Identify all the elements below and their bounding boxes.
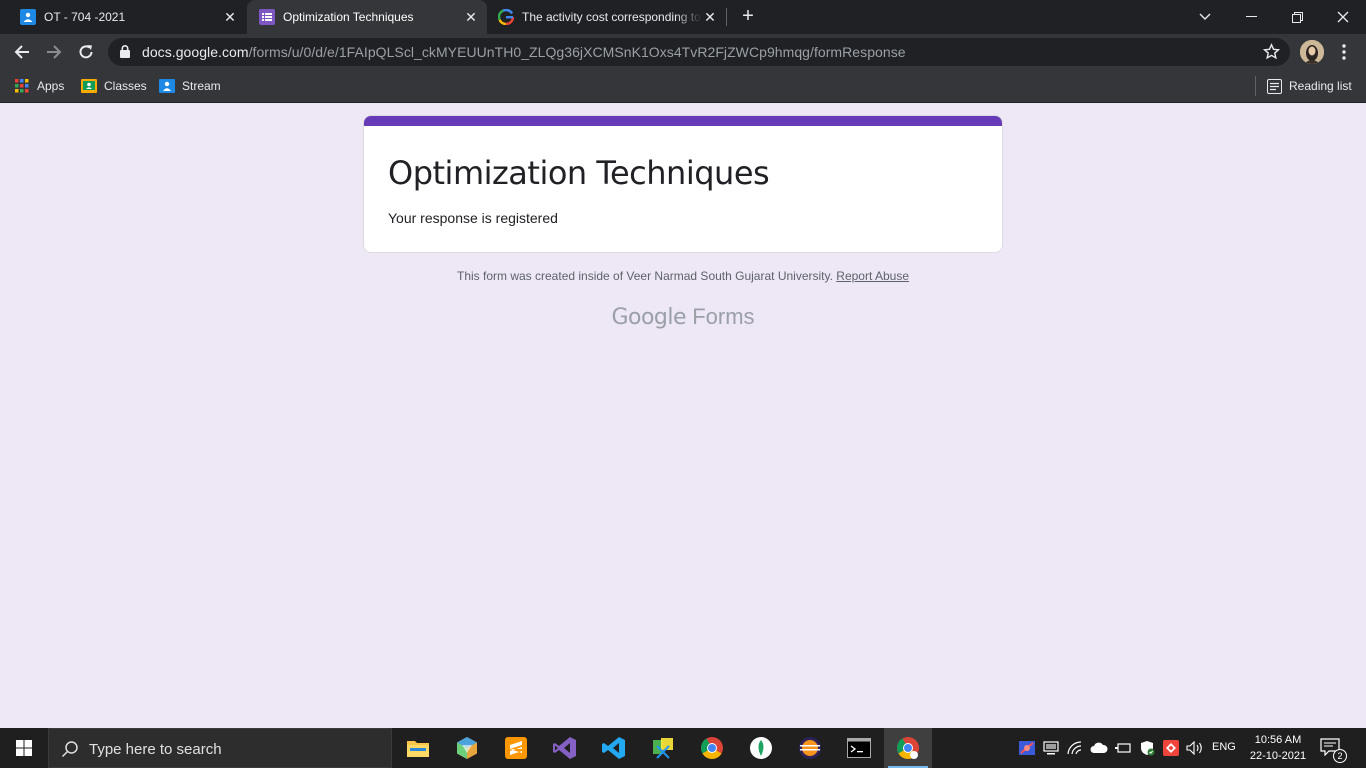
node-app-icon[interactable]	[737, 728, 785, 768]
new-tab-button[interactable]: +	[738, 6, 758, 27]
vs-code-icon[interactable]	[590, 728, 638, 768]
close-tab-icon[interactable]: ✕	[702, 9, 718, 25]
classroom-icon	[81, 78, 97, 94]
google-wordmark: Google	[611, 305, 687, 330]
bookmark-apps[interactable]: Apps	[14, 76, 64, 96]
confirmation-message: Your response is registered	[388, 210, 558, 226]
tab-title: OT - 704 -2021	[44, 10, 126, 24]
back-arrow-icon[interactable]	[9, 39, 35, 65]
snipping-tool-icon[interactable]	[639, 728, 687, 768]
3d-cube-app-icon[interactable]	[443, 728, 491, 768]
eclipse-icon[interactable]	[786, 728, 834, 768]
minimize-icon[interactable]	[1228, 0, 1274, 34]
url-text[interactable]: docs.google.com/forms/u/0/d/e/1FAIpQLScl…	[142, 44, 906, 60]
clock-date: 22-10-2021	[1249, 750, 1307, 762]
apps-grid-icon	[14, 78, 30, 94]
notification-count-badge: 2	[1333, 749, 1347, 763]
restore-icon[interactable]	[1274, 0, 1320, 34]
forward-arrow-icon[interactable]	[41, 39, 67, 65]
form-confirmation-card: Optimization Techniques Your response is…	[363, 115, 1003, 253]
security-shield-tray-icon[interactable]	[1018, 739, 1036, 757]
monitor-tray-icon[interactable]	[1042, 739, 1060, 757]
battery-plug-icon[interactable]	[1114, 739, 1132, 757]
url-host: docs.google.com	[142, 44, 249, 60]
taskbar-search-box[interactable]: Type here to search	[48, 728, 392, 768]
sublime-text-icon[interactable]	[492, 728, 540, 768]
windows-start-icon[interactable]	[0, 728, 48, 768]
clock-time: 10:56 AM	[1254, 734, 1302, 746]
classroom-icon	[20, 9, 36, 25]
search-placeholder: Type here to search	[89, 741, 222, 758]
bookmark-classes[interactable]: Classes	[81, 76, 147, 96]
onedrive-cloud-icon[interactable]	[1090, 739, 1108, 757]
forms-icon	[259, 9, 275, 25]
form-title: Optimization Techniques	[388, 154, 770, 192]
bookmark-label: Classes	[104, 79, 147, 93]
bookmark-label: Stream	[182, 79, 221, 93]
address-bar[interactable]: docs.google.com/forms/u/0/d/e/1FAIpQLScl…	[108, 38, 1290, 66]
google-forms-logo[interactable]: Google Forms	[0, 304, 1366, 330]
tab-title: The activity cost corresponding to	[522, 10, 701, 24]
tab-classroom[interactable]: OT - 704 -2021 ✕	[8, 0, 246, 34]
file-explorer-icon[interactable]	[394, 728, 442, 768]
terminal-icon[interactable]	[835, 728, 883, 768]
reload-icon[interactable]	[73, 39, 99, 65]
profile-avatar[interactable]	[1300, 40, 1324, 64]
input-language[interactable]: ENG	[1212, 741, 1236, 753]
close-tab-icon[interactable]: ✕	[463, 9, 479, 25]
more-menu-icon[interactable]	[1334, 42, 1354, 62]
search-icon	[61, 740, 79, 763]
chrome-active-icon[interactable]	[884, 728, 932, 768]
bookmark-star-icon[interactable]	[1262, 43, 1281, 65]
google-icon	[498, 9, 514, 25]
url-path: /forms/u/0/d/e/1FAIpQLScl_ckMYEUUnTH0_ZL…	[248, 44, 906, 60]
bookmark-label: Apps	[37, 79, 65, 93]
windows-taskbar: Type here to search ENG 10:56 AM 22-10-2…	[0, 728, 1366, 768]
defender-shield-icon[interactable]	[1138, 739, 1156, 757]
close-window-icon[interactable]	[1320, 0, 1366, 34]
classroom-icon	[159, 78, 175, 94]
system-clock[interactable]: 10:56 AM 22-10-2021	[1244, 732, 1312, 764]
form-accent-bar	[364, 116, 1002, 126]
tab-divider	[726, 8, 727, 26]
reading-list-icon	[1266, 78, 1282, 94]
tab-search-chevron-icon[interactable]	[1182, 0, 1228, 34]
wifi-icon[interactable]	[1066, 739, 1084, 757]
bookmarks-bar: Apps Classes Stream Reading list	[0, 70, 1366, 103]
close-tab-icon[interactable]: ✕	[222, 9, 238, 25]
bookmark-stream[interactable]: Stream	[159, 76, 221, 96]
reading-list-label: Reading list	[1289, 79, 1352, 93]
visual-studio-icon[interactable]	[541, 728, 589, 768]
volume-icon[interactable]	[1186, 739, 1204, 757]
browser-toolbar: docs.google.com/forms/u/0/d/e/1FAIpQLScl…	[0, 34, 1366, 70]
forms-wordmark: Forms	[692, 304, 755, 329]
lock-icon[interactable]	[120, 45, 130, 63]
report-abuse-link[interactable]: Report Abuse	[836, 269, 909, 283]
anydesk-tray-icon[interactable]	[1162, 739, 1180, 757]
chrome-icon[interactable]	[688, 728, 736, 768]
footer-text: This form was created inside of Veer Nar…	[457, 269, 833, 283]
form-footer: This form was created inside of Veer Nar…	[0, 269, 1366, 283]
browser-tab-strip: OT - 704 -2021 ✕ Optimization Techniques…	[0, 0, 1366, 34]
reading-list-button[interactable]: Reading list	[1266, 76, 1352, 96]
bookmarks-divider	[1255, 76, 1256, 96]
tab-optimization-techniques[interactable]: Optimization Techniques ✕	[247, 0, 487, 34]
tab-google-search[interactable]: The activity cost corresponding to ✕	[486, 0, 726, 34]
tab-title: Optimization Techniques	[283, 10, 414, 24]
